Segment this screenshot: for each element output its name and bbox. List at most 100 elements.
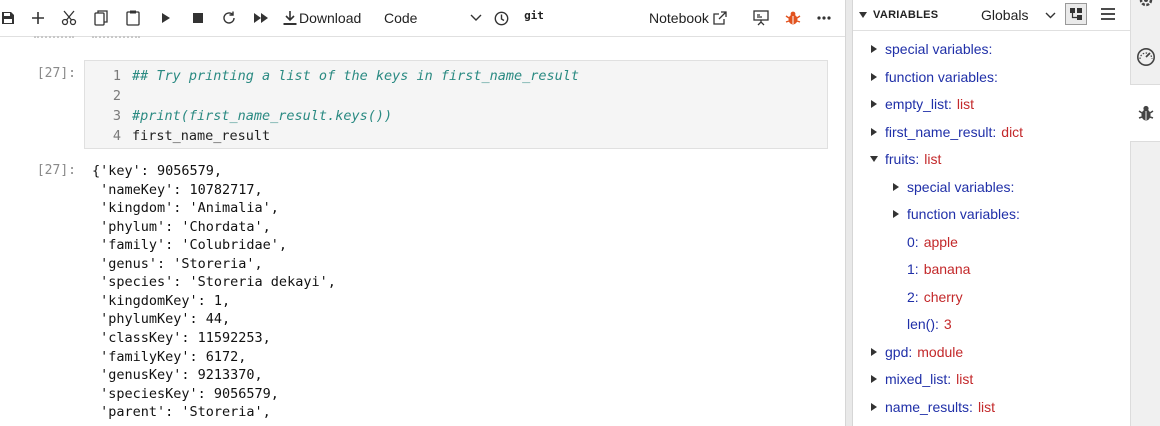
tree-view-toggle[interactable] [1065, 3, 1087, 25]
code-editor[interactable]: 1 ## Try printing a list of the keys in f… [84, 60, 828, 149]
variable-value: apple [923, 233, 958, 250]
table-view-toggle[interactable] [1097, 3, 1119, 25]
insert-cell-button[interactable] [28, 0, 48, 36]
code-text: #print(first_name_result.keys()) [132, 108, 393, 124]
variable-row[interactable]: name_results: list [869, 394, 995, 420]
clipboard-icon [126, 10, 140, 26]
variable-row[interactable]: special variables: [891, 174, 1014, 200]
code-line[interactable]: 1 ## Try printing a list of the keys in f… [85, 66, 579, 86]
output-line: 'classKey': 11592253, [92, 329, 271, 346]
variable-row[interactable]: function variables: [891, 201, 1020, 227]
variable-separator: : [988, 41, 993, 57]
save-button[interactable] [0, 0, 16, 36]
cut-cell-button[interactable] [58, 0, 80, 36]
download-label: Download [299, 10, 362, 26]
variable-row[interactable]: special variables: [869, 36, 992, 62]
variables-tree: special variables: function variables: emp… [853, 36, 1130, 426]
run-cell-button[interactable] [157, 0, 175, 36]
interrupt-kernel-button[interactable] [189, 0, 207, 36]
variable-row[interactable]: len():3 [907, 311, 952, 337]
output-line: 'genus': 'Storeria', [92, 255, 263, 272]
variable-value: cherry [923, 288, 963, 305]
variable-name: first_name_result [885, 123, 993, 140]
cell-type-select[interactable]: Code [384, 0, 482, 36]
variable-row[interactable]: first_name_result: dict [869, 119, 1023, 145]
variables-collapse-toggle[interactable]: VARIABLES [859, 0, 938, 30]
variable-name: name_results [885, 398, 970, 415]
variable-value: module [917, 343, 964, 360]
copy-icon [94, 10, 108, 26]
variables-panel: VARIABLES Globals special variables: func… [853, 0, 1130, 426]
open-notebook-button[interactable]: Notebook [649, 0, 741, 36]
variable-row[interactable]: empty_list: list [869, 91, 974, 117]
variable-separator: : [908, 343, 913, 360]
scope-select[interactable]: Globals [981, 0, 1056, 30]
variable-row[interactable]: 0: apple [907, 229, 958, 255]
variable-name: len() [907, 316, 936, 332]
download-button[interactable]: Download [283, 0, 373, 36]
right-activity-bar [1130, 0, 1160, 426]
variable-row[interactable]: mixed_list: list [869, 366, 973, 392]
variable-row[interactable]: gpd: module [869, 339, 963, 365]
caret-right-icon[interactable] [869, 72, 879, 82]
caret-right-icon[interactable] [891, 182, 901, 192]
paste-cell-button[interactable] [123, 0, 143, 36]
variable-value: list [977, 398, 996, 415]
variable-name: 1 [907, 261, 915, 277]
code-line[interactable]: 2 [85, 86, 132, 106]
variable-name: special variables [885, 41, 989, 57]
variable-name: special variables [907, 178, 1011, 195]
variable-separator: : [914, 288, 919, 305]
caret-right-icon[interactable] [869, 402, 879, 412]
variable-row[interactable]: 2: cherry [907, 284, 963, 310]
caret-down-icon[interactable] [869, 154, 879, 164]
git-button[interactable]: git [520, 0, 548, 36]
output-line: 'familyKey': 6172, [92, 348, 247, 365]
restart-kernel-button[interactable] [219, 0, 239, 36]
caret-right-icon[interactable] [869, 127, 879, 137]
debugger-tab[interactable] [1130, 84, 1160, 142]
presentation-button[interactable] [750, 0, 772, 36]
code-text: ## Try printing a list of the keys in fi… [132, 68, 580, 84]
code-line[interactable]: 4 first_name_result [85, 126, 270, 146]
plus-icon [32, 12, 44, 24]
variable-name: function variables [907, 206, 1016, 222]
git-label: git [524, 9, 544, 22]
caret-right-icon[interactable] [869, 347, 879, 357]
panel-splitter[interactable] [845, 0, 853, 426]
variable-row[interactable]: fruits: list [869, 146, 941, 172]
output-line: 'family': 'Colubridae', [92, 237, 288, 254]
variable-name: fruits [885, 151, 916, 167]
notebook-label: Notebook [649, 10, 709, 26]
more-actions-button[interactable] [813, 0, 835, 36]
variable-row[interactable]: function variables: [869, 64, 998, 90]
tree-view-icon [1070, 8, 1082, 20]
property-inspector-tab[interactable] [1131, 0, 1160, 14]
restart-icon [223, 11, 235, 24]
line-number: 1 [112, 68, 121, 84]
caret-right-icon[interactable] [869, 374, 879, 384]
variable-separator: : [1010, 178, 1015, 195]
restart-run-all-button[interactable] [250, 0, 272, 36]
output-line: 'species': 'Storeria dekayi', [92, 274, 336, 291]
caret-right-icon[interactable] [869, 44, 879, 54]
bug-icon [1138, 105, 1153, 121]
save-icon [2, 12, 14, 24]
resource-usage-tab[interactable] [1131, 40, 1160, 74]
copy-cell-button[interactable] [91, 0, 111, 36]
previous-output-remnant [0, 36, 845, 44]
caret-right-icon[interactable] [869, 99, 879, 109]
variable-row[interactable]: 1: banana [907, 256, 970, 282]
download-icon [283, 11, 297, 25]
kernel-status-button[interactable] [491, 0, 511, 36]
variables-title: VARIABLES [873, 9, 939, 21]
scope-value: Globals [981, 7, 1029, 23]
fast-forward-icon [253, 13, 268, 23]
list-icon [1101, 8, 1115, 20]
variable-separator: : [993, 68, 998, 85]
caret-right-icon[interactable] [891, 209, 901, 219]
variable-separator: : [948, 96, 952, 112]
code-line[interactable]: 3 #print(first_name_result.keys()) [85, 106, 392, 126]
chevron-down-icon [1045, 12, 1056, 18]
debugger-button[interactable] [782, 0, 804, 36]
